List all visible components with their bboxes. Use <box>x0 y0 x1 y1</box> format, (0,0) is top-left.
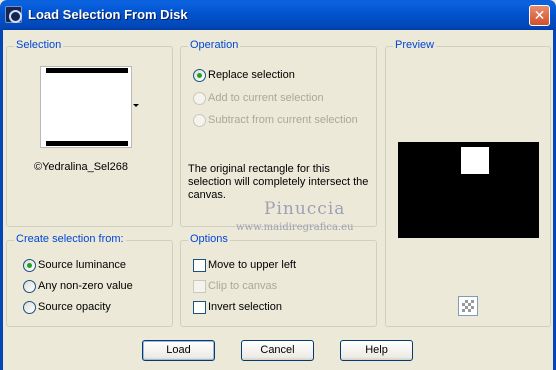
load-button[interactable]: Load <box>142 340 215 361</box>
checkerboard-icon <box>462 300 474 312</box>
title-bar[interactable]: Load Selection From Disk ✕ <box>0 0 556 30</box>
thumbnail-bottom-bar <box>46 141 128 146</box>
source-opacity-label[interactable]: Source opacity <box>38 301 111 313</box>
add-selection-label[interactable]: Add to current selection <box>208 92 324 104</box>
invert-selection-checkbox[interactable] <box>193 301 206 314</box>
replace-selection-label[interactable]: Replace selection <box>208 69 295 81</box>
thumbnail-top-bar <box>46 68 128 73</box>
move-upper-left-label[interactable]: Move to upper left <box>208 259 296 271</box>
selection-file-name: ©Yedralina_Sel268 <box>34 161 128 173</box>
selection-group-title: Selection <box>14 39 64 51</box>
replace-selection-radio[interactable] <box>193 69 206 82</box>
window-title: Load Selection From Disk <box>28 7 188 22</box>
preview-group-title: Preview <box>393 39 437 51</box>
any-non-zero-label[interactable]: Any non-zero value <box>38 280 133 292</box>
subtract-selection-label[interactable]: Subtract from current selection <box>208 114 358 126</box>
options-group-title: Options <box>188 233 230 245</box>
transparency-toggle-button[interactable] <box>458 296 478 316</box>
move-upper-left-checkbox[interactable] <box>193 259 206 272</box>
clip-to-canvas-checkbox[interactable] <box>193 280 206 293</box>
watermark-name: Pinuccia <box>264 199 346 219</box>
source-luminance-radio[interactable] <box>23 259 36 272</box>
preview-selection-square <box>461 147 489 174</box>
any-non-zero-radio[interactable] <box>23 280 36 293</box>
invert-selection-label[interactable]: Invert selection <box>208 301 282 313</box>
selection-thumbnail[interactable] <box>40 66 132 148</box>
help-button[interactable]: Help <box>340 340 413 361</box>
watermark-url: www.maidiregrafica.eu <box>236 222 354 233</box>
app-icon <box>5 6 22 23</box>
subtract-selection-radio[interactable] <box>193 114 206 127</box>
operation-group-title: Operation <box>188 39 241 51</box>
close-button[interactable]: ✕ <box>529 5 550 26</box>
create-selection-group-title: Create selection from: <box>14 233 126 245</box>
operation-description: The original rectangle for this selectio… <box>188 163 369 201</box>
source-luminance-label[interactable]: Source luminance <box>38 259 126 271</box>
source-opacity-radio[interactable] <box>23 301 36 314</box>
add-selection-radio[interactable] <box>193 92 206 105</box>
preview-canvas <box>398 142 539 238</box>
clip-to-canvas-label[interactable]: Clip to canvas <box>208 280 277 292</box>
cancel-button[interactable]: Cancel <box>241 340 314 361</box>
dropdown-arrow-icon[interactable] <box>133 104 139 107</box>
